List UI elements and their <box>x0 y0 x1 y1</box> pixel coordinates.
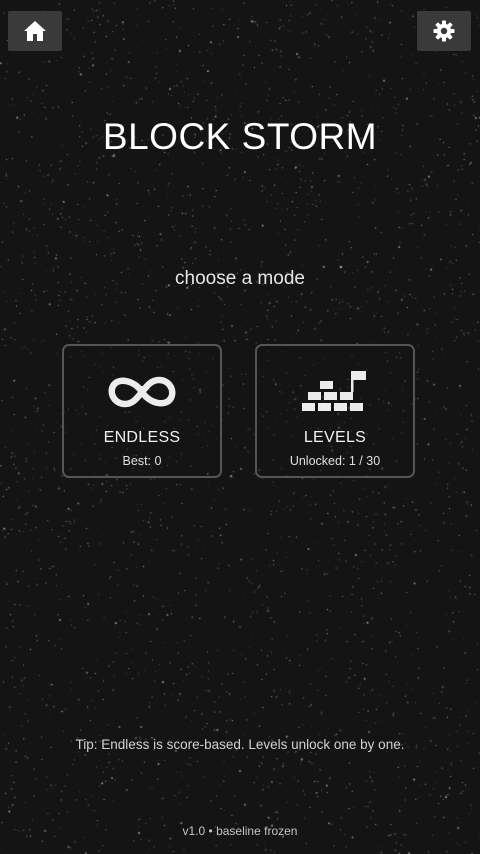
levels-mode-card[interactable]: LEVELS Unlocked: 1 / 30 <box>255 344 415 478</box>
gear-icon <box>433 20 455 42</box>
brick-wall-flag-icon <box>302 371 366 411</box>
choose-mode-prompt: choose a mode <box>175 268 305 289</box>
levels-unlocked-count: Unlocked: 1 / 30 <box>289 454 381 468</box>
home-button[interactable] <box>8 11 62 51</box>
levels-label: LEVELS <box>303 429 367 446</box>
endless-label: ENDLESS <box>103 429 181 446</box>
infinity-icon <box>108 376 176 408</box>
home-icon <box>24 21 46 41</box>
tip-text: Tip: Endless is score-based. Levels unlo… <box>75 737 405 752</box>
endless-mode-card[interactable]: ENDLESS Best: 0 <box>62 344 222 478</box>
game-title: BLOCK STORM <box>102 116 378 157</box>
endless-best-score: Best: 0 <box>122 454 162 468</box>
version-label: v1.0 • baseline frozen <box>182 824 298 838</box>
settings-button[interactable] <box>417 11 471 51</box>
